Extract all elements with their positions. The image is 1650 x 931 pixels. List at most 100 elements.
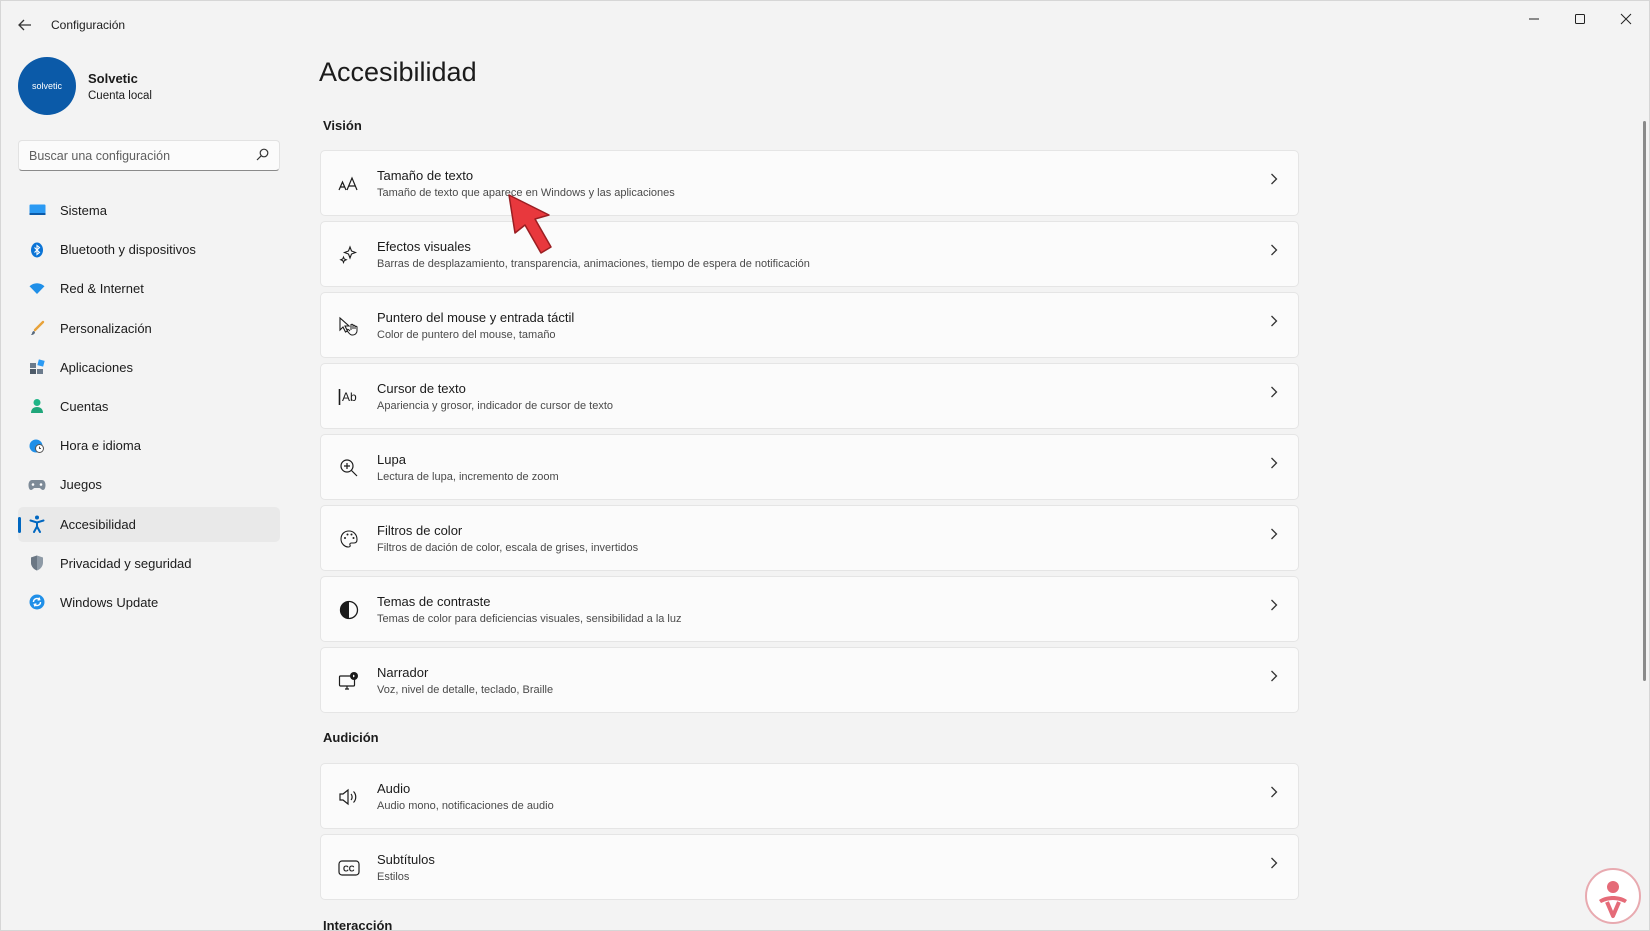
card-description: Audio mono, notificaciones de audio [377, 800, 554, 812]
settings-window: Configuración solvetic Solvetic Cuenta l… [0, 0, 1650, 931]
sidebar-item-red-internet[interactable]: Red & Internet [18, 271, 280, 306]
sidebar-item-label: Accesibilidad [60, 516, 136, 532]
avatar-text: solvetic [31, 81, 62, 91]
app-title: Configuración [51, 18, 126, 32]
globe-clock-icon [28, 437, 46, 455]
apps-icon [28, 358, 46, 376]
chevron-right-icon [1270, 856, 1278, 874]
sidebar-item-label: Personalización [60, 320, 152, 336]
sidebar-item-accesibilidad[interactable]: Accesibilidad [18, 506, 280, 542]
chevron-right-icon [1270, 598, 1278, 616]
sidebar-item-sistema[interactable]: Sistema [18, 193, 280, 228]
sidebar-item-label: Bluetooth y dispositivos [60, 242, 196, 258]
sparkle-icon [337, 243, 361, 267]
sidebar-item-label: Cuentas [60, 398, 109, 414]
chevron-right-icon [1270, 314, 1278, 332]
card-description: Apariencia y grosor, indicador de cursor… [377, 400, 614, 412]
card-title: Subtítulos [377, 852, 435, 867]
sidebar-item-bluetooth[interactable]: Bluetooth y dispositivos [18, 232, 280, 267]
wifi-icon [28, 280, 46, 298]
monitor-icon [28, 202, 46, 220]
brush-icon [28, 319, 46, 337]
card-temas-contraste[interactable]: Temas de contraste Temas de color para d… [320, 576, 1299, 642]
pointer-touch-icon [337, 314, 361, 338]
palette-icon [337, 527, 361, 551]
magnifier-icon [337, 456, 361, 480]
text-cursor-icon: Ab [337, 385, 361, 409]
card-efectos-visuales[interactable]: Efectos visuales Barras de desplazamient… [320, 221, 1299, 287]
search-input[interactable] [19, 141, 249, 170]
section-title-interaccion: Interacción [323, 918, 393, 931]
accessibility-icon [28, 515, 46, 533]
chevron-right-icon [1270, 527, 1278, 545]
sidebar-item-label: Aplicaciones [60, 359, 133, 375]
chevron-right-icon [1270, 785, 1278, 803]
sidebar-item-label: Sistema [60, 203, 107, 218]
sidebar-item-windows-update[interactable]: Windows Update [18, 585, 280, 620]
profile-account-type: Cuenta local [88, 89, 152, 102]
chevron-right-icon [1270, 456, 1278, 474]
card-cursor-texto[interactable]: Ab Cursor de texto Apariencia y grosor, … [320, 363, 1299, 429]
svg-text:CC: CC [343, 865, 355, 874]
card-description: Temas de color para deficiencias visuale… [377, 613, 682, 625]
minimize-button[interactable] [1511, 1, 1557, 37]
card-title: Efectos visuales [377, 239, 471, 254]
sidebar-nav: Sistema Bluetooth y dispositivos Red & I… [18, 193, 280, 624]
sidebar-item-hora-idioma[interactable]: Hora e idioma [18, 428, 280, 463]
card-audio[interactable]: Audio Audio mono, notificaciones de audi… [320, 763, 1299, 829]
card-title: Temas de contraste [377, 594, 491, 609]
sidebar-item-personalizacion[interactable]: Personalización [18, 311, 280, 346]
search-box[interactable] [18, 140, 280, 171]
profile-text: Solvetic Cuenta local [88, 71, 152, 102]
text-size-icon [337, 172, 361, 196]
sidebar-item-juegos[interactable]: Juegos [18, 467, 280, 502]
chevron-right-icon [1270, 669, 1278, 687]
sidebar-item-label: Hora e idioma [60, 438, 141, 454]
user-profile[interactable]: solvetic Solvetic Cuenta local [18, 57, 152, 115]
avatar: solvetic [18, 57, 76, 115]
vertical-scrollbar[interactable] [1643, 121, 1646, 681]
card-tamano-texto[interactable]: Tamaño de texto Tamaño de texto que apar… [320, 150, 1299, 216]
search-icon[interactable] [256, 148, 269, 164]
speaker-icon [337, 785, 361, 809]
card-lupa[interactable]: Lupa Lectura de lupa, incremento de zoom [320, 434, 1299, 500]
chevron-right-icon [1270, 172, 1278, 190]
back-arrow-icon[interactable] [13, 13, 37, 37]
sidebar-item-label: Windows Update [60, 594, 159, 610]
card-description: Color de puntero del mouse, tamaño [377, 329, 556, 341]
card-title: Cursor de texto [377, 381, 466, 396]
card-subtitulos[interactable]: CC Subtítulos Estilos [320, 834, 1299, 900]
card-narrador[interactable]: Narrador Voz, nivel de detalle, teclado,… [320, 647, 1299, 713]
profile-name: Solvetic [88, 70, 138, 86]
card-title: Tamaño de texto [377, 168, 474, 183]
shield-icon [28, 554, 46, 572]
card-description: Voz, nivel de detalle, teclado, Braille [377, 684, 554, 696]
card-puntero-mouse[interactable]: Puntero del mouse y entrada táctil Color… [320, 292, 1299, 358]
card-description: Estilos [377, 871, 410, 883]
captions-icon: CC [337, 856, 361, 880]
maximize-button[interactable] [1557, 1, 1603, 37]
chevron-right-icon [1270, 243, 1278, 261]
card-title: Lupa [377, 452, 406, 467]
sync-icon [28, 593, 46, 611]
card-filtros-color[interactable]: Filtros de color Filtros de dación de co… [320, 505, 1299, 571]
watermark-logo-icon [1585, 868, 1641, 924]
card-title: Filtros de color [377, 523, 463, 538]
section-title-vision: Visión [323, 118, 362, 133]
sidebar-item-privacidad[interactable]: Privacidad y seguridad [18, 546, 280, 581]
card-description: Barras de desplazamiento, transparencia,… [377, 258, 810, 270]
sidebar-item-label: Juegos [60, 477, 102, 493]
contrast-icon [337, 598, 361, 622]
chevron-right-icon [1270, 385, 1278, 403]
card-title: Puntero del mouse y entrada táctil [377, 310, 575, 325]
annotation-arrow-icon [508, 194, 552, 254]
person-icon [28, 397, 46, 415]
card-description: Filtros de dación de color, escala de gr… [377, 542, 639, 554]
svg-text:Ab: Ab [342, 390, 357, 404]
close-button[interactable] [1603, 1, 1649, 37]
sidebar-item-cuentas[interactable]: Cuentas [18, 389, 280, 424]
narrator-icon [337, 669, 361, 693]
card-description: Lectura de lupa, incremento de zoom [377, 471, 559, 483]
sidebar-item-aplicaciones[interactable]: Aplicaciones [18, 350, 280, 385]
bluetooth-icon [28, 241, 46, 259]
